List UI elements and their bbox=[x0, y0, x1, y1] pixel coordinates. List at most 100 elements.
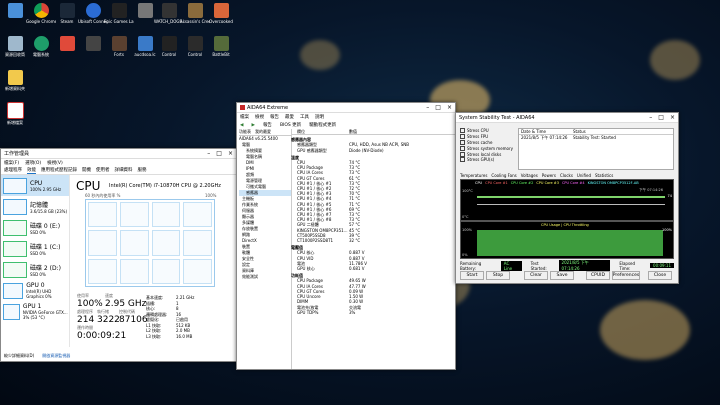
stat-uptime: 運作時間 0:00:09:21 bbox=[77, 325, 127, 341]
perf-item-disk0[interactable]: 磁碟 0 (E:) SSD 0% bbox=[1, 217, 69, 238]
fewer-details-link[interactable]: 較少詳細資料(D) bbox=[4, 353, 34, 359]
toolbar: ◀ ▶ 報告 BIOS 更新 驅動程式更新 bbox=[237, 121, 455, 129]
tab-menu[interactable]: 功能表 bbox=[239, 129, 251, 135]
desktop-icon[interactable] bbox=[2, 3, 28, 19]
resource-monitor-link[interactable]: 開啟資源監視器 bbox=[42, 353, 70, 359]
maximize-icon[interactable]: □ bbox=[435, 104, 441, 111]
perf-item-cpu[interactable]: CPU 100% 2.95 GHz bbox=[1, 175, 69, 196]
tab-voltages[interactable]: Voltages bbox=[521, 173, 538, 178]
menu-view[interactable]: 檢視(V) bbox=[47, 160, 63, 166]
menu-file[interactable]: 檔案(F) bbox=[4, 160, 19, 166]
preferences-button[interactable]: Preferences bbox=[612, 271, 640, 280]
tree-item[interactable]: 效能測試 bbox=[239, 274, 291, 280]
desktop-icon[interactable] bbox=[54, 36, 80, 52]
perf-item-disk2[interactable]: 磁碟 2 (D:) SSD 0% bbox=[1, 259, 69, 280]
desktop-icon-control[interactable]: Control bbox=[156, 36, 182, 57]
driver-update-button[interactable]: 驅動程式更新 bbox=[309, 122, 336, 128]
graph-max: 100% bbox=[205, 193, 217, 198]
desktop-icon-steam[interactable]: Steam bbox=[54, 3, 80, 24]
desktop-icon-assassins-creed[interactable]: Assassin's Creed Origins bbox=[180, 3, 210, 24]
tab-details[interactable]: 詳細資料 bbox=[115, 167, 133, 174]
maximize-icon[interactable]: □ bbox=[658, 114, 664, 121]
close-icon[interactable]: × bbox=[447, 104, 452, 111]
stop-button[interactable]: Stop bbox=[486, 271, 510, 280]
tab-users[interactable]: 使用者 bbox=[96, 167, 110, 174]
desktop-icon-new-folder[interactable]: 新增資料夾 bbox=[2, 70, 28, 91]
close-icon[interactable]: × bbox=[228, 150, 233, 157]
tab-statistics[interactable]: Statistics bbox=[595, 173, 613, 178]
cpuid-button[interactable]: CPUID bbox=[586, 271, 610, 280]
start-button[interactable]: Start bbox=[460, 271, 484, 280]
desktop-icon-recycle-bin[interactable]: 資源回收筒 bbox=[2, 36, 28, 57]
close-icon[interactable]: × bbox=[670, 114, 675, 121]
stability-test-window: System Stability Test - AIDA64 – □ × Stres… bbox=[455, 112, 679, 284]
desktop-icon-watchdogs[interactable]: WATCH_DOGS 2 bbox=[154, 3, 184, 24]
menu-help[interactable]: 說明 bbox=[315, 114, 324, 120]
desktop-icon-chrome[interactable]: Google Chrome bbox=[26, 3, 56, 24]
page-title: CPU bbox=[76, 179, 101, 193]
menu-favorites[interactable]: 最愛 bbox=[285, 114, 294, 120]
stress-memory-checkbox[interactable]: Stress system memory bbox=[460, 145, 516, 151]
minimize-icon[interactable]: – bbox=[207, 150, 210, 157]
menu-view[interactable]: 檢視 bbox=[255, 114, 264, 120]
tab-favorites[interactable]: 我的最愛 bbox=[255, 129, 271, 135]
back-icon[interactable]: ◀ bbox=[240, 123, 243, 128]
minimize-icon[interactable]: – bbox=[426, 104, 429, 111]
tab-cooling-fans[interactable]: Cooling Fans bbox=[491, 173, 516, 178]
desktop-icon-overcooked[interactable]: Overcooked bbox=[208, 3, 234, 24]
menu-options[interactable]: 選項(O) bbox=[25, 160, 41, 166]
perf-item-disk1[interactable]: 磁碟 1 (C:) SSD 0% bbox=[1, 238, 69, 259]
perf-item-gpu1[interactable]: GPU 1 NVIDIA GeForce GTX... 3% (53 °C) bbox=[1, 301, 69, 322]
desktop-icon-system[interactable]: 電腦系統 bbox=[28, 36, 54, 57]
stress-gpu-checkbox[interactable]: Stress GPU(s) bbox=[460, 157, 516, 163]
col-field-header[interactable]: 欄位 bbox=[291, 129, 349, 134]
desktop-icon-battlebit[interactable]: BattleBit bbox=[208, 36, 234, 57]
window-title: AIDA64 Extreme bbox=[247, 104, 289, 111]
table-row: GPU TDP% 3% bbox=[297, 309, 356, 315]
tab-temperatures[interactable]: Temperatures bbox=[460, 173, 487, 178]
aida64-window: AIDA64 Extreme – □ × 檔案 檢視 報告 最愛 工具 說明 ◀ ▶… bbox=[236, 102, 456, 370]
tab-services[interactable]: 服務 bbox=[138, 167, 147, 174]
col-status[interactable]: Status bbox=[573, 129, 586, 134]
bios-update-button[interactable]: BIOS 更新 bbox=[280, 122, 301, 128]
sensor-list: 欄位 數值 感應器內容 感應器類型 CPU, HDD, Asus NB ACPI, … bbox=[291, 129, 455, 369]
clear-button[interactable]: Clear bbox=[524, 271, 548, 280]
desktop-icon-ubisoft[interactable]: Ubisoft Connect bbox=[78, 3, 108, 24]
tab-app-history[interactable]: 應用程式歷程記錄 bbox=[41, 167, 77, 174]
forward-icon[interactable]: ▶ bbox=[251, 123, 254, 128]
tab-clocks[interactable]: Clocks bbox=[560, 173, 573, 178]
perf-item-gpu0[interactable]: GPU 0 Intel(R) UHD Graphics 0% bbox=[1, 280, 69, 301]
report-button[interactable]: 報告 bbox=[263, 122, 272, 128]
cpu-specs: 基本速度: 2.21 GHz 插槽: 1 核心: 8 邏輯處理器: 16 虛擬化: 已啟用… bbox=[146, 295, 195, 339]
desktop-icon-new-file[interactable]: 新增檔案 bbox=[2, 102, 28, 125]
perf-item-memory[interactable]: 記憶體 3.6/15.8 GB (23%) bbox=[1, 196, 69, 217]
save-button[interactable]: Save bbox=[550, 271, 574, 280]
graph-time: 下午 07:14:26 bbox=[639, 188, 663, 192]
table-row: 2021/8/5 下午 07:14:26 Stability Test: Star… bbox=[521, 135, 616, 140]
aida-logo-icon bbox=[240, 105, 245, 110]
tab-startup[interactable]: 開機 bbox=[82, 167, 91, 174]
temp-line bbox=[477, 196, 665, 198]
desktop-icon-forts[interactable]: Forts bbox=[106, 36, 132, 57]
desktop-icon-epic[interactable]: Epic Games Launcher bbox=[104, 3, 134, 24]
tab-performance[interactable]: 效能 bbox=[27, 167, 36, 174]
title-bar: System Stability Test - AIDA64 – □ × bbox=[456, 113, 678, 123]
maximize-icon[interactable]: □ bbox=[216, 150, 222, 157]
col-datetime[interactable]: Date & Time bbox=[519, 129, 573, 134]
footer: 較少詳細資料(D) 開啟資源監視器 bbox=[4, 353, 70, 359]
cpu-model: Intel(R) Core(TM) i7-10870H CPU @ 2.20GH… bbox=[109, 183, 221, 189]
tab-processes[interactable]: 處理程序 bbox=[4, 167, 22, 174]
menu-tools[interactable]: 工具 bbox=[300, 114, 309, 120]
col-value-header[interactable]: 數值 bbox=[349, 129, 357, 134]
close-button[interactable]: Close bbox=[648, 271, 672, 280]
desktop-icon-control[interactable]: Control bbox=[182, 36, 208, 57]
tab-unified[interactable]: Unified bbox=[577, 173, 591, 178]
desktop-icon[interactable] bbox=[80, 36, 106, 52]
minimize-icon[interactable]: – bbox=[649, 114, 652, 121]
menu-file[interactable]: 檔案 bbox=[240, 114, 249, 120]
tab-powers[interactable]: Powers bbox=[542, 173, 556, 178]
desktop-icon[interactable] bbox=[132, 3, 158, 19]
menu-report[interactable]: 報告 bbox=[270, 114, 279, 120]
stat-handles: 控制代碼 87106 bbox=[119, 309, 148, 325]
stat-processes: 處理程序 214 bbox=[77, 309, 95, 325]
